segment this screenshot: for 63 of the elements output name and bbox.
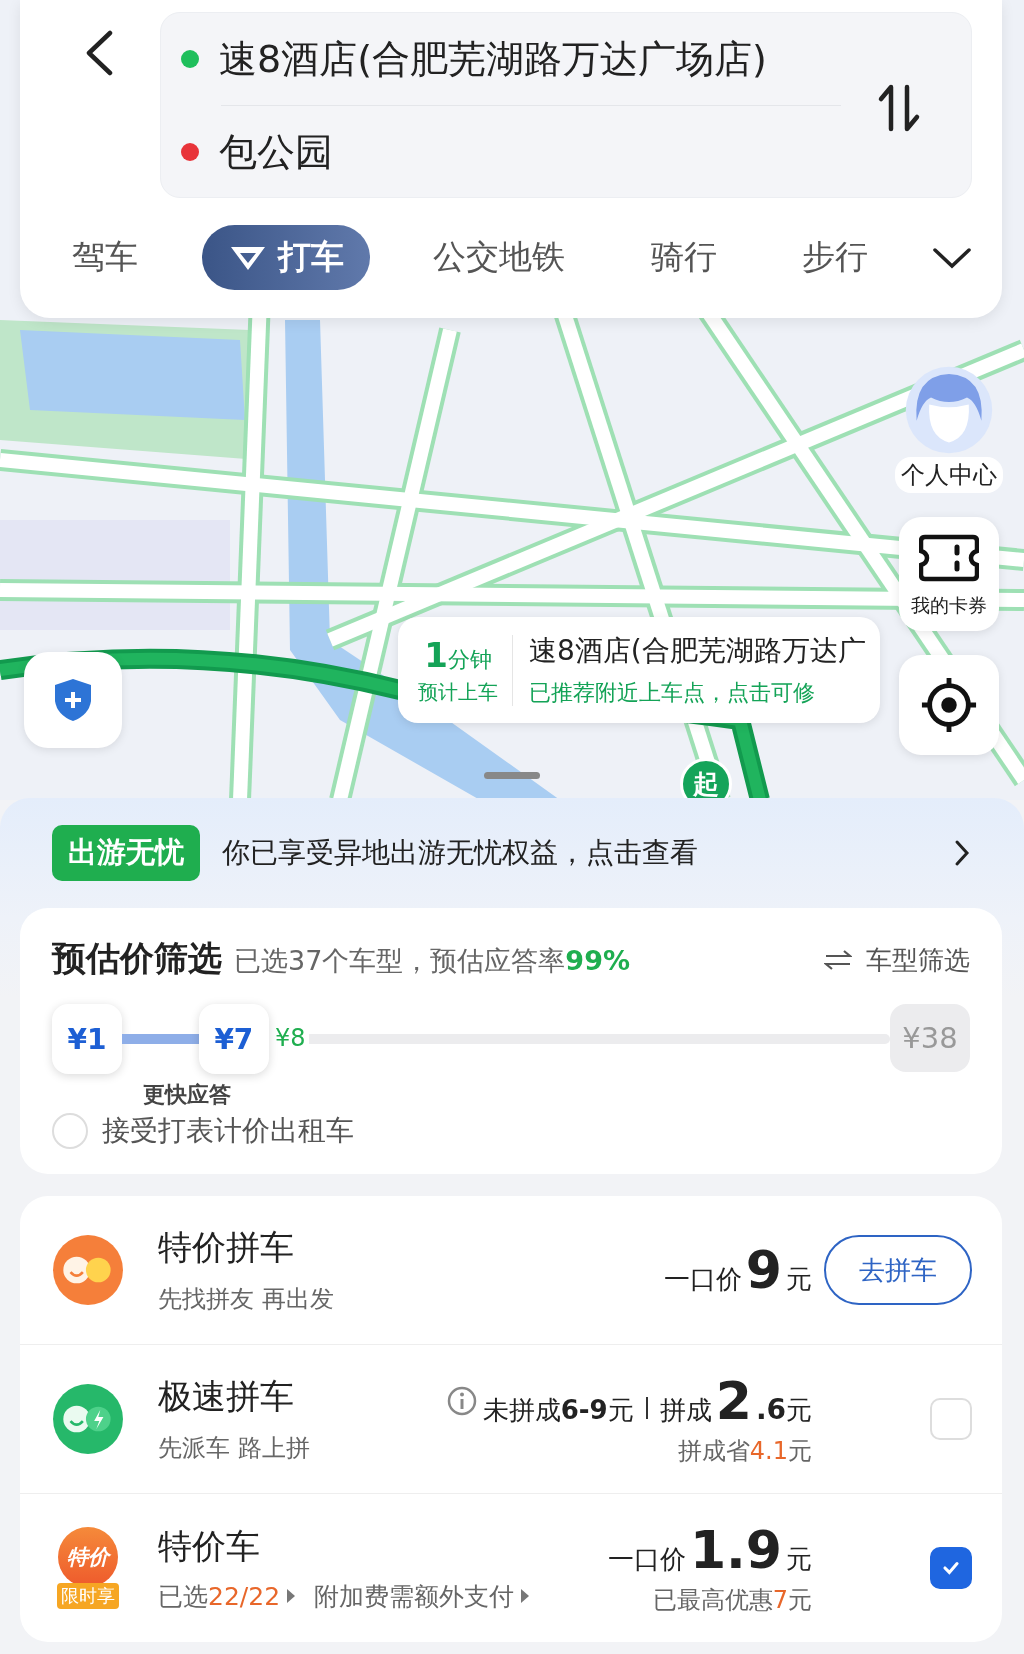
- mode-tab[interactable]: 公交地铁: [411, 225, 588, 290]
- triangle-icon: [520, 1588, 531, 1604]
- avatar-icon[interactable]: [904, 365, 994, 455]
- safety-button[interactable]: [24, 652, 122, 748]
- pickup-place: 速8酒店(合肥芜湖路万达广: [529, 633, 866, 669]
- savings-note: 拼成省4.1元: [677, 1436, 812, 1467]
- pickup-callout[interactable]: 1分钟 预计上车 速8酒店(合肥芜湖路万达广 已推荐附近上车点，点击可修: [398, 617, 880, 723]
- price: 一口价 9 元: [663, 1240, 812, 1300]
- ride-option[interactable]: 特价拼车 先找拼友 再出发 一口价 9 元 去拼车: [20, 1196, 1002, 1345]
- coupon-button[interactable]: 我的卡券: [899, 517, 999, 631]
- smiley-coin-icon: [52, 1234, 124, 1306]
- price: 一口价 1.9 元: [607, 1520, 812, 1580]
- origin-field[interactable]: 速8酒店(合肥芜湖路万达广场店): [219, 33, 767, 85]
- ride-option[interactable]: 特价 限时享 特价车 已选22/22 附加费需额外支付 一口价 1.9 元 已最高优惠7元: [20, 1494, 1002, 1642]
- slider-handle[interactable]: ¥1: [52, 1004, 122, 1074]
- option-title: 特价车: [158, 1524, 261, 1568]
- carpool-button[interactable]: 去拼车: [824, 1235, 972, 1305]
- taxi-label[interactable]: 接受打表计价出租车: [102, 1112, 354, 1150]
- smiley-bolt-icon: [52, 1383, 124, 1455]
- filter-summary: 已选37个车型，预估应答率99%: [234, 944, 631, 978]
- taxi-checkbox[interactable]: [52, 1113, 88, 1149]
- option-title: 极速拼车: [158, 1375, 295, 1418]
- unmatched-price: 未拼成6-9元: [482, 1394, 634, 1427]
- swap-arrows-icon: [824, 950, 852, 970]
- destination-field[interactable]: 包公园: [219, 126, 333, 178]
- mode-tab[interactable]: 驾车: [50, 225, 160, 290]
- chevron-down-icon[interactable]: [931, 246, 972, 269]
- savings-note: 已最高优惠7元: [652, 1585, 812, 1616]
- chevron-right-icon[interactable]: [954, 839, 970, 867]
- slider-hint: 更快应答: [142, 1081, 231, 1109]
- info-icon[interactable]: [446, 1386, 477, 1416]
- ticket-icon: [919, 533, 979, 583]
- profile-label[interactable]: 个人中心: [895, 457, 1003, 493]
- mode-tab[interactable]: 骑行: [628, 225, 739, 290]
- back-icon[interactable]: [84, 30, 114, 76]
- option-title: 特价拼车: [158, 1226, 295, 1269]
- triangle-icon: [286, 1588, 297, 1604]
- option-subtitle: 先找拼友 再出发: [158, 1284, 335, 1315]
- ride-option[interactable]: 极速拼车 先派车 路上拼 未拼成6-9元 拼成 2.6元 拼成省4.1元: [20, 1345, 1002, 1494]
- option-link[interactable]: 已选22/22: [158, 1579, 297, 1613]
- option-checkbox[interactable]: [930, 1547, 972, 1589]
- limited-tag: 限时享: [57, 1583, 119, 1609]
- pickup-caption: 预计上车: [418, 678, 498, 706]
- destination-dot: [181, 143, 199, 161]
- filter-title: 预估价筛选: [52, 937, 222, 980]
- mode-tab[interactable]: 打车: [201, 225, 370, 290]
- option-subtitle: 先派车 路上拼: [158, 1433, 311, 1464]
- price-tick: ¥8: [273, 1024, 307, 1052]
- mode-tab[interactable]: 步行: [780, 225, 891, 290]
- slider-handle[interactable]: ¥7: [198, 1004, 269, 1074]
- pickup-hint: 已推荐附近上车点，点击可修: [529, 679, 816, 707]
- locate-icon: [920, 676, 978, 734]
- vehicle-filter-link[interactable]: 车型筛选: [824, 942, 970, 978]
- option-link[interactable]: 附加费需额外支付: [314, 1579, 531, 1613]
- locate-button[interactable]: [899, 655, 999, 755]
- swap-icon[interactable]: [877, 83, 921, 133]
- pickup-time: 1分钟: [423, 634, 493, 675]
- origin-dot: [181, 50, 199, 68]
- benefit-text[interactable]: 你已享受异地出游无忧权益，点击查看: [222, 834, 954, 872]
- shield-icon: [53, 677, 93, 723]
- benefit-tag: 出游无忧: [52, 825, 200, 881]
- price: 拼成 2.6元: [659, 1371, 812, 1431]
- drag-handle[interactable]: [484, 772, 540, 779]
